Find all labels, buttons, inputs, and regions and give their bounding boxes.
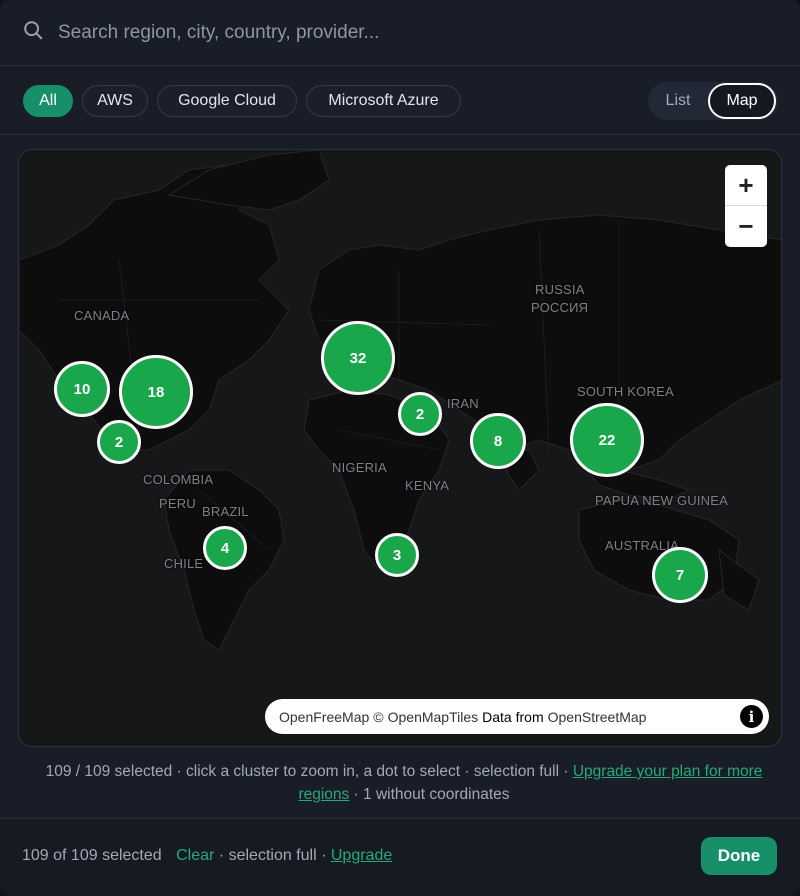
- done-button[interactable]: Done: [701, 837, 777, 875]
- filter-chip-google-cloud[interactable]: Google Cloud: [157, 85, 297, 117]
- map-label-colombia: COLOMBIA: [143, 472, 214, 487]
- footer-status: 109 of 109 selected Clear · selection fu…: [22, 847, 392, 865]
- status-text: 109 / 109 selected · click a cluster to …: [45, 763, 573, 780]
- map-label-brazil: BRAZIL: [202, 504, 249, 519]
- map-label-russia-cyrillic: РОССИЯ: [531, 300, 589, 315]
- map-label-nigeria: NIGERIA: [332, 460, 387, 475]
- status-suffix: · 1 without coordinates: [349, 786, 510, 803]
- cluster-marker-europe[interactable]: 32: [321, 321, 395, 395]
- map-label-peru: PERU: [159, 496, 196, 511]
- info-icon[interactable]: i: [740, 705, 763, 728]
- cluster-marker-middle-east[interactable]: 2: [398, 392, 442, 436]
- zoom-out-button[interactable]: −: [725, 206, 767, 247]
- map-label-canada: CANADA: [74, 308, 130, 323]
- attribution-data-from: Data from: [482, 708, 544, 725]
- footer-bar: 109 of 109 selected Clear · selection fu…: [0, 818, 800, 896]
- cluster-marker-us-west[interactable]: 10: [54, 361, 110, 417]
- cluster-marker-us-east[interactable]: 18: [119, 355, 193, 429]
- map-label-chile: CHILE: [164, 556, 204, 571]
- region-map[interactable]: CANADA RUSSIA РОССИЯ SOUTH KOREA IRAN NI…: [18, 149, 782, 747]
- selection-status-text: 109 / 109 selected · click a cluster to …: [26, 760, 782, 806]
- map-label-south-korea: SOUTH KOREA: [577, 384, 674, 399]
- cluster-marker-brazil[interactable]: 4: [203, 526, 247, 570]
- map-label-kenya: KENYA: [405, 478, 450, 493]
- map-zoom-control: + −: [725, 165, 767, 247]
- view-toggle: List Map: [648, 82, 778, 120]
- filter-chip-microsoft-azure[interactable]: Microsoft Azure: [306, 85, 461, 117]
- map-label-russia: RUSSIA: [535, 282, 585, 297]
- attribution-openstreetmap-link[interactable]: OpenStreetMap: [548, 709, 647, 725]
- attribution-openfreemap-link[interactable]: OpenFreeMap: [279, 709, 369, 725]
- attribution-openmaptiles-link[interactable]: OpenMapTiles: [388, 709, 479, 725]
- search-input[interactable]: [58, 12, 758, 53]
- search-bar: [0, 0, 800, 66]
- filter-chip-all[interactable]: All: [23, 85, 73, 117]
- region-picker-panel: All AWS Google Cloud Microsoft Azure Lis…: [0, 0, 800, 896]
- filter-chip-aws[interactable]: AWS: [82, 85, 148, 117]
- provider-filter-row: All AWS Google Cloud Microsoft Azure Lis…: [0, 67, 800, 135]
- cluster-marker-south-africa[interactable]: 3: [375, 533, 419, 577]
- list-view-button[interactable]: List: [648, 82, 708, 120]
- search-icon: [22, 19, 44, 46]
- map-view-button[interactable]: Map: [708, 83, 776, 119]
- attribution-copyright: ©: [373, 708, 384, 725]
- clear-selection-link[interactable]: Clear: [176, 847, 214, 864]
- map-label-papua-new-guinea: PAPUA NEW GUINEA: [595, 493, 728, 508]
- cluster-marker-australia[interactable]: 7: [652, 547, 708, 603]
- cluster-marker-east-asia[interactable]: 22: [570, 403, 644, 477]
- map-label-iran: IRAN: [447, 396, 479, 411]
- footer-selection-full: · selection full ·: [218, 847, 327, 864]
- zoom-in-button[interactable]: +: [725, 165, 767, 206]
- map-attribution: OpenFreeMap © OpenMapTiles Data from Ope…: [265, 699, 769, 734]
- footer-selected-count: 109 of 109 selected: [22, 847, 162, 864]
- cluster-marker-india[interactable]: 8: [470, 413, 526, 469]
- footer-upgrade-link[interactable]: Upgrade: [331, 847, 392, 864]
- cluster-marker-mexico[interactable]: 2: [97, 420, 141, 464]
